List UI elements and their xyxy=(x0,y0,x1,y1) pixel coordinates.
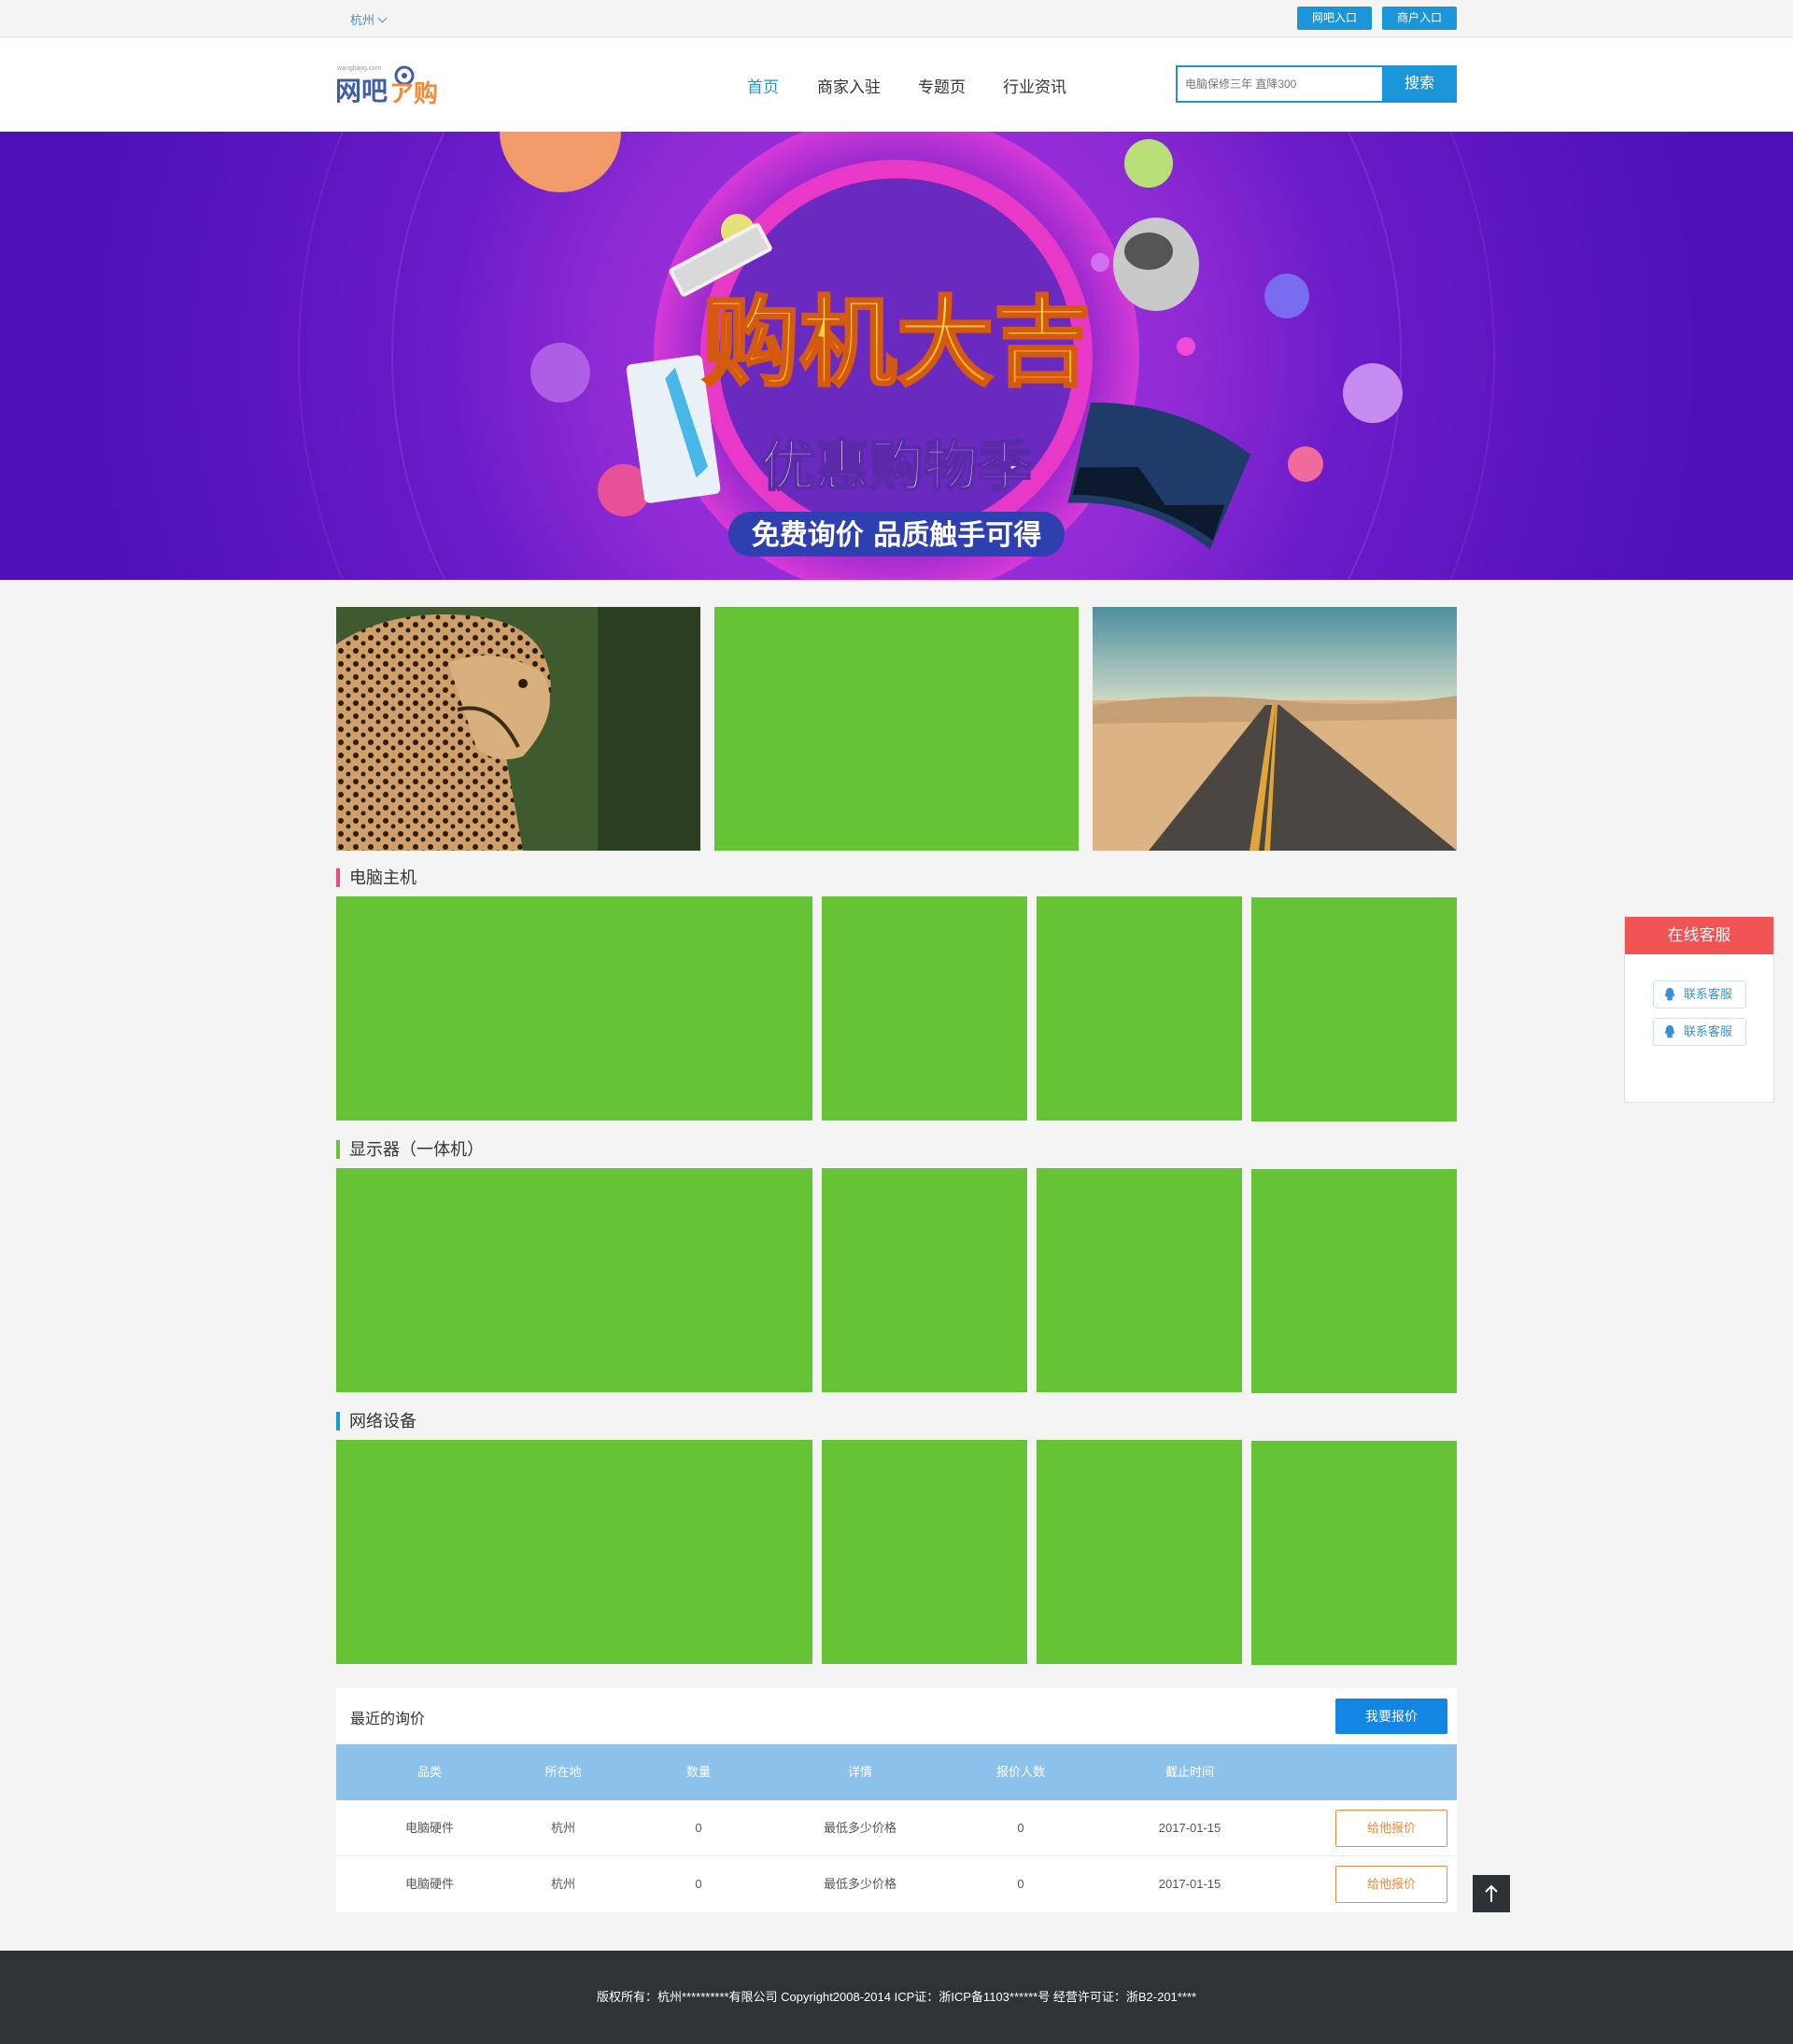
nav-industry-news[interactable]: 行业资讯 xyxy=(1003,74,1066,97)
col-deadline: 截止时间 xyxy=(1165,1765,1215,1779)
top-bar: 杭州 网吧入口 商户入口 xyxy=(0,0,1793,37)
cell-quantity: 0 xyxy=(695,1877,702,1891)
inquiries-table-header: 品类 所在地 数量 详情 报价人数 截止时间 xyxy=(336,1744,1457,1800)
banner-subhead: 优惠购物季 xyxy=(761,434,1032,498)
cell-bidders: 0 xyxy=(1017,1877,1024,1891)
col-location: 所在地 xyxy=(544,1765,582,1779)
cell-detail: 最低多少价格 xyxy=(823,1877,897,1891)
feature-card-placeholder[interactable] xyxy=(714,607,1079,851)
netbar-entry-button[interactable]: 网吧入口 xyxy=(1297,7,1372,30)
service-title: 在线客服 xyxy=(1625,917,1773,954)
table-row: 电脑硬件 杭州 0 最低多少价格 0 2017-01-15 给他报价 xyxy=(336,1856,1457,1912)
banner-art: 购机大吉 优惠购物季 免费询价 品质触手可得 xyxy=(298,132,1495,580)
site-footer: 版权所有：杭州**********有限公司 Copyright2008-2014… xyxy=(0,1951,1793,2044)
cell-quantity: 0 xyxy=(695,1821,702,1835)
banner-tagline: 免费询价 品质触手可得 xyxy=(752,519,1041,552)
contact-service-label: 联系客服 xyxy=(1684,1024,1733,1038)
give-quote-button[interactable]: 给他报价 xyxy=(1335,1866,1447,1903)
product-tile-large[interactable] xyxy=(336,896,812,1121)
nav-merchant-join[interactable]: 商家入驻 xyxy=(817,74,881,97)
qq-icon xyxy=(1664,988,1675,1001)
cell-detail: 最低多少价格 xyxy=(823,1821,897,1835)
city-selector[interactable]: 杭州 xyxy=(350,10,388,28)
submit-quote-button[interactable]: 我要报价 xyxy=(1335,1699,1447,1734)
give-quote-button[interactable]: 给他报价 xyxy=(1335,1810,1447,1847)
product-tile-large[interactable] xyxy=(336,1168,812,1392)
col-bidders: 报价人数 xyxy=(995,1765,1046,1779)
product-tile[interactable] xyxy=(1037,1440,1242,1664)
logo-domain: wangbayg.com xyxy=(336,65,381,72)
product-tile[interactable] xyxy=(1251,1441,1457,1665)
product-tile[interactable] xyxy=(1251,1169,1457,1393)
search-button[interactable]: 搜索 xyxy=(1382,65,1457,103)
product-tile-large[interactable] xyxy=(336,1440,812,1664)
search-input[interactable] xyxy=(1176,65,1382,103)
cell-bidders: 0 xyxy=(1017,1821,1024,1835)
product-tile[interactable] xyxy=(1251,897,1457,1121)
back-to-top-button[interactable] xyxy=(1473,1875,1510,1912)
cell-location: 杭州 xyxy=(550,1821,576,1835)
col-detail: 详情 xyxy=(847,1765,873,1779)
qq-icon xyxy=(1664,1025,1675,1038)
cell-category: 电脑硬件 xyxy=(404,1821,455,1835)
svg-text:网吧: 网吧 xyxy=(335,76,388,106)
cell-location: 杭州 xyxy=(550,1877,576,1891)
nav-topics[interactable]: 专题页 xyxy=(918,74,966,97)
product-tile[interactable] xyxy=(1037,896,1242,1121)
product-tile[interactable] xyxy=(822,896,1027,1121)
promo-banner[interactable]: 购机大吉 优惠购物季 免费询价 品质触手可得 xyxy=(0,132,1793,580)
col-category: 品类 xyxy=(416,1765,443,1779)
cell-category: 电脑硬件 xyxy=(404,1877,455,1891)
contact-service-button[interactable]: 联系客服 xyxy=(1653,980,1746,1008)
section-title-pc-hosts: 电脑主机 xyxy=(336,867,416,888)
cell-deadline: 2017-01-15 xyxy=(1158,1877,1221,1891)
arrow-up-icon xyxy=(1485,1884,1498,1902)
section-title-network-devices: 网络设备 xyxy=(336,1411,416,1431)
recent-inquiries-panel: 最近的询价 我要报价 品类 所在地 数量 详情 报价人数 截止时间 电脑硬件 杭… xyxy=(336,1688,1457,1912)
section-title-monitors: 显示器（一体机） xyxy=(336,1139,484,1160)
contact-service-label: 联系客服 xyxy=(1684,987,1733,1001)
site-header: wangbayg.com 网吧 ア购 首页 商家入驻 专题页 行业资讯 搜索 xyxy=(0,38,1793,132)
contact-service-button[interactable]: 联系客服 xyxy=(1653,1018,1746,1046)
nav-home[interactable]: 首页 xyxy=(747,74,779,97)
svg-text:ア购: ア购 xyxy=(389,80,438,108)
feature-card-desert-road[interactable] xyxy=(1093,607,1457,851)
product-tile[interactable] xyxy=(822,1440,1027,1664)
online-service-panel: 在线客服 联系客服 联系客服 xyxy=(1624,916,1774,1103)
copyright-text: 版权所有：杭州**********有限公司 Copyright2008-2014… xyxy=(596,1990,1197,2004)
chevron-down-icon xyxy=(377,13,388,23)
col-quantity: 数量 xyxy=(685,1765,712,1779)
cell-deadline: 2017-01-15 xyxy=(1158,1821,1221,1835)
city-label: 杭州 xyxy=(350,13,375,27)
product-tile[interactable] xyxy=(1037,1168,1242,1392)
inquiries-title: 最近的询价 xyxy=(350,1712,426,1727)
table-row: 电脑硬件 杭州 0 最低多少价格 0 2017-01-15 给他报价 xyxy=(336,1800,1457,1856)
site-logo[interactable]: wangbayg.com 网吧 ア购 xyxy=(335,59,447,109)
merchant-entry-button[interactable]: 商户入口 xyxy=(1382,7,1457,30)
banner-headline: 购机大吉 xyxy=(702,286,1091,400)
product-tile[interactable] xyxy=(822,1168,1027,1392)
feature-card-cheetah[interactable] xyxy=(336,607,700,851)
